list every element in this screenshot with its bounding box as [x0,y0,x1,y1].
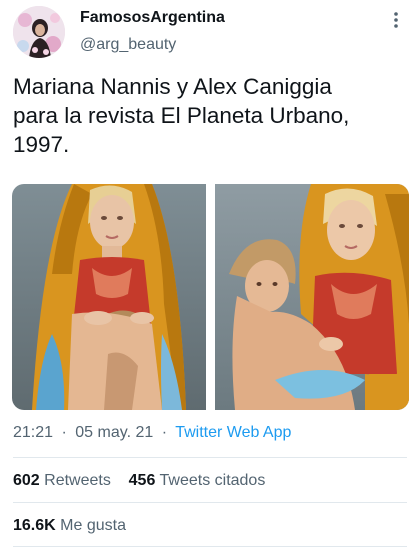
photo-2-image [215,184,409,410]
author-display-name[interactable]: FamososArgentina [80,8,225,28]
author-handle[interactable]: @arg_beauty [80,34,225,56]
likes-stats: 16.6K Me gusta [13,516,126,536]
separator-dot: · [61,424,67,441]
quote-tweets-link[interactable]: 456 Tweets citados [129,472,266,489]
quotes-label: Tweets citados [159,472,266,489]
tweet-photo-1[interactable] [12,184,206,410]
tweet-header: FamososArgentina @arg_beauty [0,0,420,64]
separator-dot: · [161,424,168,441]
likes-count: 16.6K [13,517,56,534]
retweets-link[interactable]: 602 Retweets [13,472,111,489]
photo-1-image [12,184,206,410]
divider [13,502,407,503]
engagement-stats: 602 Retweets 456 Tweets citados [13,471,265,491]
divider [13,457,407,458]
divider [13,546,407,547]
likes-link[interactable]: 16.6K Me gusta [13,517,126,534]
tweet-photo-2[interactable] [215,184,409,410]
retweets-label: Retweets [44,472,111,489]
tweet-source-link[interactable]: Twitter Web App [175,424,291,441]
likes-label: Me gusta [60,517,126,534]
retweets-count: 602 [13,472,40,489]
author-avatar[interactable] [13,6,65,58]
tweet-text: Mariana Nannis y Alex Caniggia para la r… [13,74,350,157]
tweet-date[interactable]: 05 may. 21 [75,424,153,441]
avatar-image [13,6,65,58]
tweet-media [12,184,409,410]
tweet-time[interactable]: 21:21 [13,424,53,441]
quotes-count: 456 [128,472,156,489]
more-vertical-icon[interactable] [388,10,404,30]
tweet-timestamp: 21:21 · 05 may. 21 · Twitter Web App [13,423,291,443]
